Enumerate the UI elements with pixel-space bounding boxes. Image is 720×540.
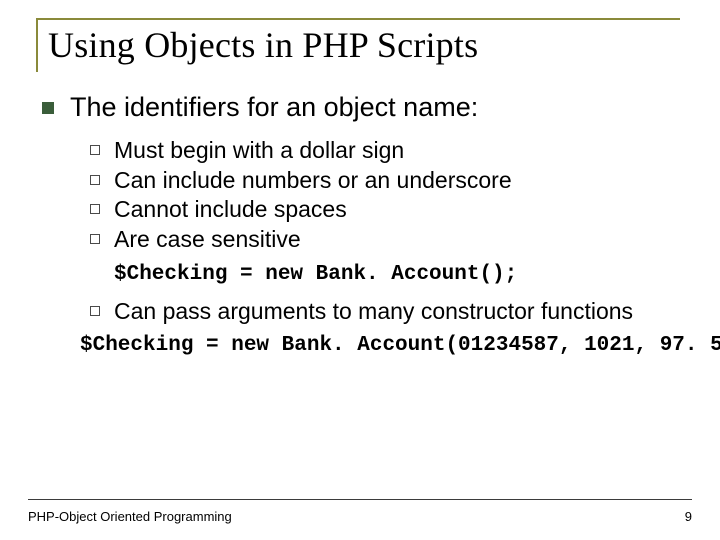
rule-text: Must begin with a dollar sign [114,137,404,165]
list-item: Are case sensitive [90,226,680,254]
title-container: Using Objects in PHP Scripts [36,18,680,72]
hollow-square-icon [90,145,100,155]
rule-text: Cannot include spaces [114,196,347,224]
sub-bullet-group: Must begin with a dollar sign Can includ… [90,137,680,253]
page-number: 9 [685,509,692,524]
rule-text: Can include numbers or an underscore [114,167,512,195]
square-bullet-icon [42,102,54,114]
sub-bullet-group-2: Can pass arguments to many constructor f… [90,298,680,326]
list-item: Must begin with a dollar sign [90,137,680,165]
footer-title: PHP-Object Oriented Programming [28,509,232,524]
hollow-square-icon [90,204,100,214]
sub-after-text: Can pass arguments to many constructor f… [114,298,633,326]
list-item: Cannot include spaces [90,196,680,224]
divider [28,499,692,500]
slide: Using Objects in PHP Scripts The identif… [0,0,720,540]
bullet-level1: The identifiers for an object name: [42,92,680,123]
hollow-square-icon [90,175,100,185]
hollow-square-icon [90,234,100,244]
list-item: Can pass arguments to many constructor f… [90,298,680,326]
list-item: Can include numbers or an underscore [90,167,680,195]
intro-text: The identifiers for an object name: [70,92,478,123]
rule-text: Are case sensitive [114,226,301,254]
code-sample-1: $Checking = new Bank. Account(); [114,263,680,286]
hollow-square-icon [90,306,100,316]
code-sample-2: $Checking = new Bank. Account(01234587, … [80,334,680,357]
slide-title: Using Objects in PHP Scripts [48,24,680,66]
